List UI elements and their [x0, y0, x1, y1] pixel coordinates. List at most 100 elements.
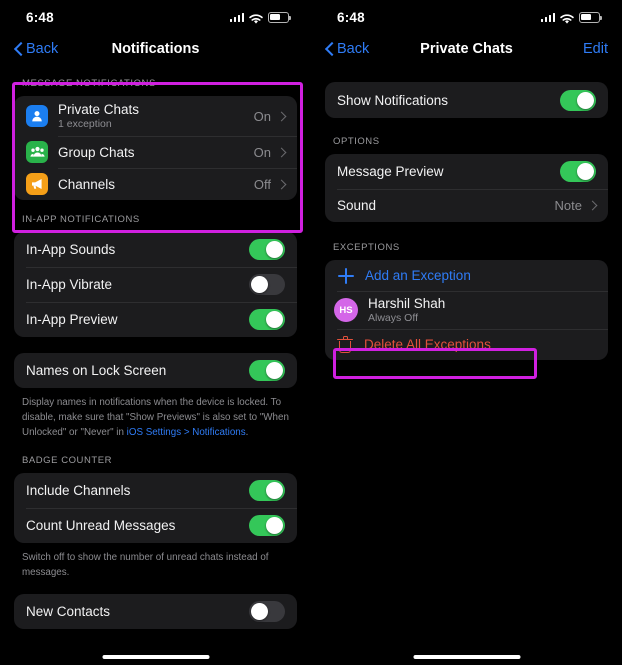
row-include-channels-label: Include Channels	[26, 482, 131, 498]
exceptions-card: Add an Exception HS Harshil Shah Always …	[325, 260, 608, 360]
toggle-include-channels[interactable]	[249, 479, 285, 501]
toggle-names-on-lock-screen[interactable]	[249, 360, 285, 381]
section-header-badge-counter: BADGE COUNTER	[22, 454, 113, 466]
status-indicators	[540, 11, 603, 24]
row-group-chats[interactable]: Group Chats On	[14, 136, 297, 168]
row-new-contacts-label: New Contacts	[26, 604, 111, 620]
toggle-count-unread-messages[interactable]	[249, 514, 285, 536]
row-in-app-preview[interactable]: In-App Preview	[14, 302, 297, 337]
left-phone-screen: 6:48 Back Notifications MESSAGE NOTIFICA…	[0, 0, 311, 665]
row-sound[interactable]: Sound Note	[325, 189, 608, 222]
row-new-contacts[interactable]: New Contacts	[14, 594, 297, 629]
toggle-show-notifications[interactable]	[560, 89, 596, 111]
row-show-notifications[interactable]: Show Notifications	[325, 82, 608, 118]
nav-bar-left: Back Notifications	[0, 34, 311, 64]
row-channels-value: Off	[253, 176, 271, 192]
row-in-app-sounds[interactable]: In-App Sounds	[14, 232, 297, 267]
row-channels[interactable]: Channels Off	[14, 168, 297, 200]
right-phone-screen: 6:48 Back Private Chats Edit Show Notifi…	[311, 0, 622, 665]
cellular-signal-icon	[229, 12, 244, 22]
row-sound-label: Sound	[337, 198, 377, 213]
chevron-right-icon	[278, 181, 285, 188]
back-button[interactable]: Back	[14, 41, 58, 57]
private-chats-icon	[26, 105, 48, 127]
add-an-exception-label: Add an Exception	[365, 268, 471, 283]
message-notifications-card: Private Chats 1 exception On Group Chats…	[14, 96, 297, 200]
row-count-unread-messages-label: Count Unread Messages	[26, 517, 176, 533]
row-in-app-sounds-label: In-App Sounds	[26, 242, 116, 257]
plus-icon	[337, 267, 355, 285]
settings-list-left: MESSAGE NOTIFICATIONS Private Chats 1 ex…	[0, 64, 311, 630]
battery-icon	[579, 11, 603, 23]
status-bar-right: 6:48	[311, 0, 622, 34]
row-count-unread-messages[interactable]: Count Unread Messages	[14, 507, 297, 543]
row-private-chats-label: Private Chats	[58, 102, 140, 117]
section-header-message-notifications: MESSAGE NOTIFICATIONS	[22, 78, 156, 89]
badge-counter-footer: Switch off to show the number of unread …	[22, 551, 269, 578]
row-delete-all-exceptions[interactable]: Delete All Exceptions	[325, 329, 608, 360]
avatar: HS	[334, 298, 358, 322]
row-show-notifications-label: Show Notifications	[337, 92, 449, 108]
status-time: 6:48	[26, 9, 54, 25]
trash-icon	[337, 336, 353, 354]
row-add-an-exception[interactable]: Add an Exception	[325, 260, 608, 291]
toggle-in-app-vibrate[interactable]	[249, 274, 285, 295]
section-header-in-app-notifications: IN-APP NOTIFICATIONS	[22, 214, 140, 225]
names-on-lock-screen-footer: Display names in notifications when the …	[14, 388, 297, 441]
row-sound-value: Note	[554, 198, 582, 213]
wifi-icon	[560, 12, 574, 24]
row-exception-person-sub: Always Off	[368, 312, 418, 324]
options-card: Message Preview Sound Note	[325, 154, 608, 222]
toggle-message-preview[interactable]	[560, 161, 596, 182]
chevron-right-icon	[278, 113, 285, 120]
row-message-preview-label: Message Preview	[337, 164, 444, 179]
toggle-new-contacts[interactable]	[249, 601, 285, 623]
edit-button[interactable]: Edit	[583, 41, 608, 57]
row-group-chats-value: On	[253, 144, 271, 160]
back-button-label: Back	[26, 41, 59, 57]
row-private-chats-value: On	[253, 108, 271, 124]
in-app-notifications-card: In-App Sounds In-App Vibrate In-App Prev…	[14, 232, 297, 337]
row-names-on-lock-screen-label: Names on Lock Screen	[26, 363, 167, 378]
chevron-right-icon	[589, 202, 596, 209]
row-in-app-preview-label: In-App Preview	[26, 312, 118, 327]
battery-icon	[268, 11, 292, 23]
row-exception-person-name: Harshil Shah	[368, 296, 446, 311]
section-header-options: OPTIONS	[333, 136, 380, 147]
back-button[interactable]: Back	[325, 41, 369, 57]
row-exception-person[interactable]: HS Harshil Shah Always Off	[325, 291, 608, 329]
row-private-chats-texts: Private Chats 1 exception	[58, 102, 254, 130]
show-notifications-card: Show Notifications	[325, 82, 608, 118]
group-chats-icon	[26, 141, 48, 163]
row-message-preview[interactable]: Message Preview	[325, 154, 608, 189]
status-bar-left: 6:48	[0, 0, 311, 34]
toggle-in-app-preview[interactable]	[249, 309, 285, 330]
dual-screenshot-container: 6:48 Back Notifications MESSAGE NOTIFICA…	[0, 0, 622, 665]
settings-list-right: Show Notifications OPTIONS Message Previ…	[311, 64, 622, 360]
section-header-exceptions: EXCEPTIONS	[333, 242, 400, 253]
wifi-icon	[249, 12, 263, 24]
delete-all-exceptions-label: Delete All Exceptions	[364, 337, 491, 352]
status-indicators	[229, 11, 292, 24]
footer-text-part2: .	[245, 426, 249, 438]
chevron-left-icon	[14, 42, 23, 57]
names-on-lock-screen-card: Names on Lock Screen	[14, 353, 297, 388]
row-names-on-lock-screen[interactable]: Names on Lock Screen	[14, 353, 297, 388]
row-in-app-vibrate[interactable]: In-App Vibrate	[14, 267, 297, 302]
row-channels-label: Channels	[58, 176, 116, 192]
home-indicator	[413, 655, 520, 659]
row-group-chats-label: Group Chats	[58, 144, 135, 160]
row-exception-person-texts: Harshil Shah Always Off	[368, 296, 596, 324]
ios-settings-link[interactable]: iOS Settings > Notifications	[127, 427, 246, 438]
row-include-channels[interactable]: Include Channels	[14, 473, 297, 508]
back-button-label: Back	[337, 41, 370, 57]
nav-bar-right: Back Private Chats Edit	[311, 34, 622, 64]
cellular-signal-icon	[540, 12, 555, 22]
toggle-in-app-sounds[interactable]	[249, 239, 285, 260]
chevron-right-icon	[278, 149, 285, 156]
row-in-app-vibrate-label: In-App Vibrate	[26, 277, 113, 292]
row-private-chats[interactable]: Private Chats 1 exception On	[14, 96, 297, 136]
